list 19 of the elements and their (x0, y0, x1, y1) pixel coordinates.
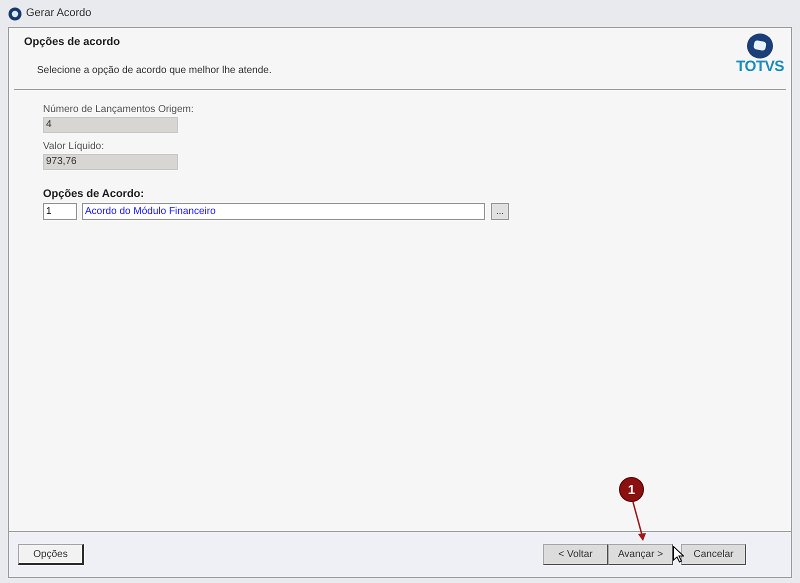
options-button[interactable]: Opções (18, 544, 84, 565)
readonly-field: 4 (43, 117, 178, 133)
window-title: Gerar Acordo (26, 6, 92, 22)
mouse-cursor-icon (673, 546, 684, 563)
description-field[interactable]: Acordo do Módulo Financeiro (82, 202, 485, 220)
lookup-button[interactable]: ... (491, 202, 509, 220)
readonly-field: 973,76 (43, 154, 178, 170)
field-label: Número de Lançamentos Origem: (43, 103, 195, 117)
field-label: Valor Líquido: (43, 140, 105, 154)
code-field[interactable]: 1 (43, 202, 77, 220)
wizard-button[interactable]: Cancelar (681, 544, 746, 565)
agreement-label: Opções de Acordo: (43, 187, 146, 202)
app-logo-icon (8, 6, 22, 20)
header-title: Opções de acordo (24, 35, 121, 50)
pointer-arrow (631, 502, 647, 542)
header-subtitle: Selecione a opção de acordo que melhor lhe atende. (36, 64, 272, 78)
wizard-button[interactable]: Avançar > (608, 544, 673, 565)
wizard-button[interactable]: < Voltar (543, 544, 608, 565)
totvs-logo: TOTVS (736, 28, 786, 89)
